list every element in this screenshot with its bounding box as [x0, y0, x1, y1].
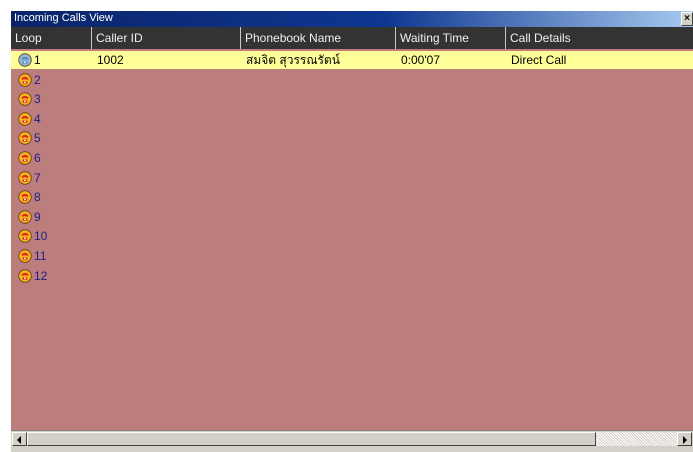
- title-bar[interactable]: Incoming Calls View ×: [11, 11, 693, 27]
- loop-number: 5: [34, 131, 41, 146]
- loop-number: 3: [34, 92, 41, 107]
- list-item[interactable]: 10: [11, 227, 693, 245]
- list-item[interactable]: 9: [11, 208, 693, 226]
- call-details: Direct Call: [511, 53, 567, 67]
- window-title: Incoming Calls View: [14, 12, 113, 24]
- column-header-waiting-time[interactable]: Waiting Time: [396, 27, 506, 49]
- column-header-loop[interactable]: Loop: [11, 27, 92, 49]
- phone-idle-icon: [18, 151, 32, 165]
- phone-idle-icon: [18, 210, 32, 224]
- phone-idle-icon: [18, 190, 32, 204]
- loop-number: 11: [34, 249, 47, 263]
- scroll-left-icon: [17, 436, 21, 444]
- loop-number: 1: [34, 53, 41, 67]
- list-item[interactable]: 8: [11, 188, 693, 206]
- close-button[interactable]: ×: [681, 12, 693, 26]
- phonebook-name: สมจิต สุวรรณรัตน์: [246, 53, 340, 67]
- calls-list[interactable]: 1 1002 สมจิต สุวรรณรัตน์ 0:00'07 Direct Call…: [11, 49, 693, 430]
- phone-idle-icon: [18, 92, 32, 106]
- column-header-phonebook-name[interactable]: Phonebook Name: [241, 27, 396, 49]
- phone-idle-icon: [18, 72, 32, 87]
- scroll-left-button[interactable]: [12, 432, 27, 446]
- loop-number: 8: [34, 190, 41, 205]
- scroll-right-button[interactable]: [677, 432, 692, 446]
- column-header-caller-id[interactable]: Caller ID: [92, 27, 241, 49]
- loop-number: 9: [34, 209, 41, 224]
- list-item[interactable]: 4: [11, 110, 693, 128]
- phone-idle-icon: [18, 112, 32, 126]
- loop-number: 6: [34, 151, 41, 165]
- phone-idle-icon: [18, 249, 32, 263]
- list-item[interactable]: 1 1002 สมจิต สุวรรณรัตน์ 0:00'07 Direct Call: [11, 51, 693, 69]
- list-item[interactable]: 11: [11, 247, 693, 265]
- loop-number: 7: [34, 170, 41, 185]
- incoming-calls-window: Incoming Calls View × Loop Caller ID Pho…: [11, 11, 693, 452]
- caller-id: 1002: [97, 53, 124, 67]
- list-item[interactable]: 6: [11, 149, 693, 167]
- loop-number: 2: [34, 72, 41, 87]
- column-header-bar: Loop Caller ID Phonebook Name Waiting Ti…: [11, 27, 693, 49]
- scroll-right-icon: [683, 436, 687, 444]
- phone-idle-icon: [18, 229, 32, 244]
- list-item[interactable]: 7: [11, 169, 693, 187]
- loop-number: 4: [34, 111, 41, 126]
- list-item[interactable]: 5: [11, 129, 693, 147]
- phone-active-icon: [18, 53, 32, 67]
- scroll-track[interactable]: [596, 432, 677, 446]
- close-icon: ×: [684, 13, 690, 24]
- phone-idle-icon: [18, 268, 32, 283]
- loop-number: 10: [34, 229, 48, 244]
- horizontal-scrollbar[interactable]: [11, 430, 693, 447]
- window-bottom-edge: [11, 447, 693, 452]
- list-item[interactable]: 12: [11, 267, 693, 285]
- column-header-call-details[interactable]: Call Details: [506, 27, 693, 49]
- phone-idle-icon: [18, 131, 32, 146]
- scroll-thumb[interactable]: [27, 432, 596, 446]
- list-item[interactable]: 2: [11, 71, 693, 89]
- waiting-time: 0:00'07: [401, 53, 440, 67]
- loop-number: 12: [34, 268, 48, 283]
- phone-idle-icon: [18, 170, 32, 185]
- list-item[interactable]: 3: [11, 90, 693, 108]
